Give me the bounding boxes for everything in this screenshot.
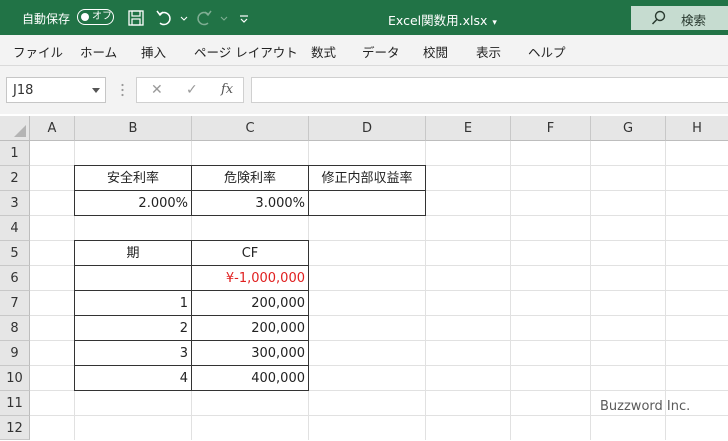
save-icon[interactable] — [126, 8, 146, 28]
row-header-4[interactable]: 4 — [0, 216, 30, 241]
tab-home[interactable]: ホーム — [80, 42, 117, 61]
row-header-2[interactable]: 2 — [0, 166, 30, 191]
row-header-12[interactable]: 12 — [0, 416, 30, 440]
cell-period[interactable]: 2 — [74, 315, 192, 341]
search-box[interactable]: 検索 — [631, 6, 728, 30]
cell-d3-mirr[interactable] — [308, 190, 426, 216]
cell-d2-mirr-header[interactable]: 修正内部収益率 — [308, 165, 426, 191]
insert-function-icon[interactable]: fx — [221, 82, 233, 97]
ribbon-tabs: ファイル ホーム 挿入 ページ レイアウト 数式 データ 校閲 表示 ヘルプ — [0, 35, 728, 66]
title-bar: 自動保存 オフ Excel関数用.xlsx ▾ 検索 — [0, 0, 728, 35]
chevron-down-icon: ▾ — [492, 18, 497, 28]
formula-bar: J18 ✕ ✓ fx — [0, 66, 728, 114]
row-header-8[interactable]: 8 — [0, 316, 30, 341]
row-header-10[interactable]: 10 — [0, 366, 30, 391]
cell-c2-risk-rate-header[interactable]: 危険利率 — [191, 165, 309, 191]
autosave-label: 自動保存 — [22, 12, 71, 26]
row-header-6[interactable]: 6 — [0, 266, 30, 291]
formula-input[interactable] — [251, 77, 728, 103]
column-header-a[interactable]: A — [30, 116, 75, 141]
column-header-c[interactable]: C — [192, 116, 309, 141]
undo-icon[interactable] — [154, 8, 174, 28]
undo-dropdown-icon[interactable] — [174, 8, 194, 28]
enter-check-icon[interactable]: ✓ — [186, 82, 198, 98]
row-header-1[interactable]: 1 — [0, 141, 30, 166]
file-name: Excel関数用.xlsx — [388, 13, 488, 28]
autosave-state: オフ — [92, 11, 112, 22]
tab-formulas[interactable]: 数式 — [311, 42, 336, 61]
search-icon — [651, 10, 666, 25]
cell-cf[interactable]: 200,000 — [191, 315, 309, 341]
autosave-toggle[interactable]: オフ — [77, 9, 114, 25]
select-all-button[interactable] — [0, 116, 30, 141]
redo-dropdown-icon[interactable] — [214, 8, 234, 28]
row-header-9[interactable]: 9 — [0, 341, 30, 366]
cell-cf[interactable]: ¥-1,000,000 — [191, 265, 309, 291]
cell-period[interactable]: 3 — [74, 340, 192, 366]
chevron-down-icon[interactable] — [92, 88, 100, 93]
tab-data[interactable]: データ — [362, 42, 400, 61]
formula-buttons: ✕ ✓ fx — [136, 77, 244, 103]
redo-icon[interactable] — [194, 8, 214, 28]
cell-b2-safe-rate-header[interactable]: 安全利率 — [74, 165, 192, 191]
watermark: Buzzword Inc. — [600, 399, 691, 414]
select-all-triangle-icon — [14, 125, 26, 137]
name-box-value: J18 — [13, 83, 34, 98]
cell-b5-period-header[interactable]: 期 — [74, 240, 192, 266]
tab-view[interactable]: 表示 — [476, 42, 501, 61]
tab-help[interactable]: ヘルプ — [528, 42, 566, 61]
column-header-d[interactable]: D — [309, 116, 426, 141]
name-box[interactable]: J18 — [6, 77, 106, 103]
cancel-icon[interactable]: ✕ — [151, 82, 163, 98]
cell-cf[interactable]: 300,000 — [191, 340, 309, 366]
column-header-f[interactable]: F — [511, 116, 591, 141]
column-header-b[interactable]: B — [75, 116, 192, 141]
cell-b3-safe-rate[interactable]: 2.000% — [74, 190, 192, 216]
cell-c3-risk-rate[interactable]: 3.000% — [191, 190, 309, 216]
search-label: 検索 — [681, 13, 707, 28]
column-header-h[interactable]: H — [666, 116, 728, 141]
vertical-dots-icon[interactable] — [121, 83, 124, 97]
row-header-7[interactable]: 7 — [0, 291, 30, 316]
cell-cf[interactable]: 200,000 — [191, 290, 309, 316]
cell-period[interactable] — [74, 265, 192, 291]
row-header-3[interactable]: 3 — [0, 191, 30, 216]
cell-cf[interactable]: 400,000 — [191, 365, 309, 391]
row-header-11[interactable]: 11 — [0, 391, 30, 416]
tab-file[interactable]: ファイル — [13, 42, 63, 61]
tab-insert[interactable]: 挿入 — [141, 42, 166, 61]
customize-toolbar-icon[interactable] — [234, 8, 254, 28]
file-title[interactable]: Excel関数用.xlsx ▾ — [388, 10, 497, 29]
row-header-5[interactable]: 5 — [0, 241, 30, 266]
column-header-g[interactable]: G — [591, 116, 666, 141]
column-header-e[interactable]: E — [426, 116, 511, 141]
tab-page-layout[interactable]: ページ レイアウト — [194, 42, 298, 61]
toggle-knob — [81, 12, 89, 21]
cell-period[interactable]: 1 — [74, 290, 192, 316]
spreadsheet-grid[interactable]: A B C D E F G H 1 2 3 4 5 6 7 8 9 10 11 … — [0, 116, 728, 440]
cell-c5-cf-header[interactable]: CF — [191, 240, 309, 266]
tab-review[interactable]: 校閲 — [423, 42, 448, 61]
cell-period[interactable]: 4 — [74, 365, 192, 391]
gridline — [30, 415, 728, 416]
